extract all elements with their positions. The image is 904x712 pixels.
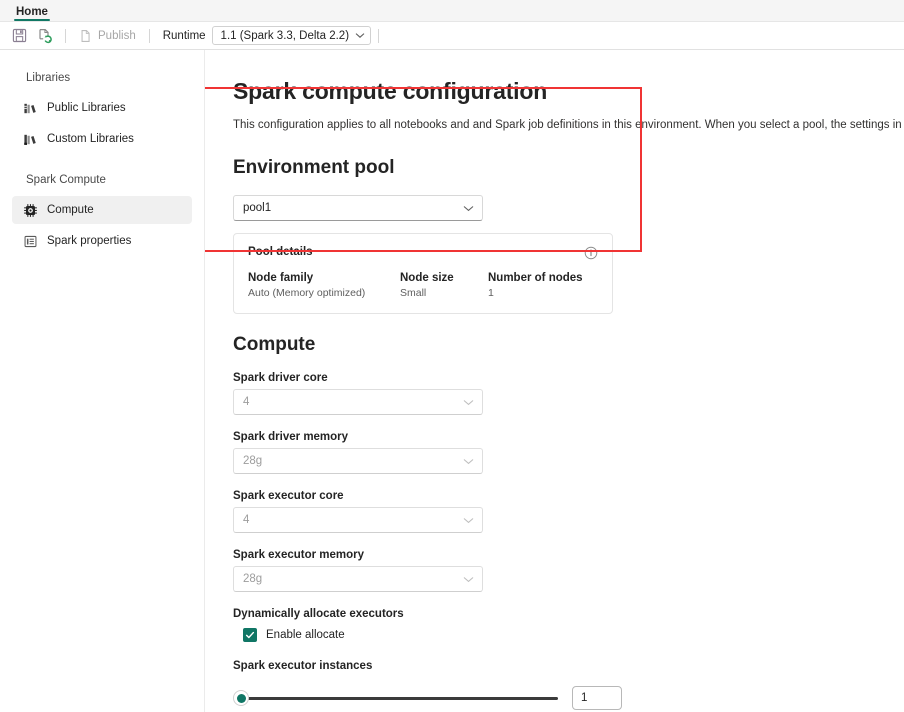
command-bar-separator-2 bbox=[149, 29, 150, 43]
main-content: Spark compute configuration This configu… bbox=[205, 50, 904, 712]
pool-detail-node-size: Node size Small bbox=[400, 272, 488, 299]
spark-executor-memory-dropdown[interactable]: 28g bbox=[233, 566, 483, 592]
command-bar-separator-3 bbox=[378, 29, 379, 43]
field-label: Spark executor memory bbox=[233, 549, 904, 561]
chevron-down-icon bbox=[463, 205, 474, 212]
executor-instances-input[interactable]: 1 bbox=[572, 686, 622, 710]
spark-driver-core-value: 4 bbox=[243, 396, 249, 408]
chevron-down-icon bbox=[463, 458, 474, 465]
pool-select-dropdown[interactable]: pool1 bbox=[233, 195, 483, 221]
field-spark-executor-core: Spark executor core 4 bbox=[233, 490, 904, 533]
app-body: Libraries Public Libraries bbox=[0, 50, 904, 712]
save-as-refresh-icon bbox=[37, 28, 53, 44]
publish-button[interactable]: Publish bbox=[73, 27, 142, 45]
environment-pool-section-title: Environment pool bbox=[233, 157, 904, 179]
enable-allocate-label: Enable allocate bbox=[266, 629, 345, 641]
field-label: Dynamically allocate executors bbox=[233, 608, 904, 620]
executor-instances-slider-row: 1 bbox=[233, 686, 904, 710]
compute-chip-icon bbox=[22, 202, 38, 218]
ribbon-tab-strip: Home bbox=[0, 0, 904, 22]
sidebar-item-label: Custom Libraries bbox=[47, 133, 134, 145]
field-label: Spark executor instances bbox=[233, 660, 904, 672]
command-bar: Publish Runtime 1.1 (Spark 3.3, Delta 2.… bbox=[0, 22, 904, 50]
field-label: Spark driver memory bbox=[233, 431, 904, 443]
command-bar-separator-1 bbox=[65, 29, 66, 43]
sidebar-item-spark-properties[interactable]: Spark properties bbox=[12, 227, 192, 255]
save-floppy-icon bbox=[12, 28, 27, 43]
pool-details-title: Pool details bbox=[248, 246, 313, 258]
info-circle-icon[interactable] bbox=[584, 246, 598, 260]
publish-page-icon bbox=[79, 29, 93, 43]
spark-driver-core-dropdown[interactable]: 4 bbox=[233, 389, 483, 415]
pool-detail-label: Node size bbox=[400, 272, 488, 284]
nav-spacer bbox=[0, 156, 204, 174]
field-spark-executor-instances: Spark executor instances 1 bbox=[233, 660, 904, 710]
compute-section-title: Compute bbox=[233, 334, 904, 356]
spark-executor-core-value: 4 bbox=[243, 514, 249, 526]
field-label: Spark executor core bbox=[233, 490, 904, 502]
field-spark-driver-core: Spark driver core 4 bbox=[233, 372, 904, 415]
pool-detail-number-of-nodes: Number of nodes 1 bbox=[488, 272, 583, 299]
spark-driver-memory-value: 28g bbox=[243, 455, 262, 467]
tab-active-underline bbox=[14, 19, 50, 21]
pool-detail-node-family: Node family Auto (Memory optimized) bbox=[248, 272, 400, 299]
spark-driver-memory-dropdown[interactable]: 28g bbox=[233, 448, 483, 474]
executor-instances-slider[interactable] bbox=[233, 689, 558, 707]
pool-select-value: pool1 bbox=[243, 202, 271, 214]
sidebar-item-label: Compute bbox=[47, 204, 94, 216]
publish-label: Publish bbox=[98, 30, 136, 42]
pool-detail-label: Node family bbox=[248, 272, 400, 284]
runtime-value: 1.1 (Spark 3.3, Delta 2.2) bbox=[221, 30, 349, 42]
spark-properties-list-icon bbox=[22, 233, 38, 249]
page-description: This configuration applies to all notebo… bbox=[233, 119, 904, 131]
chevron-down-icon bbox=[355, 32, 365, 39]
enable-allocate-checkbox-row[interactable]: Enable allocate bbox=[243, 628, 904, 642]
spark-executor-core-dropdown[interactable]: 4 bbox=[233, 507, 483, 533]
chevron-down-icon bbox=[463, 576, 474, 583]
sidebar-item-compute[interactable]: Compute bbox=[12, 196, 192, 224]
pool-detail-value: Auto (Memory optimized) bbox=[248, 287, 400, 299]
field-spark-executor-memory: Spark executor memory 28g bbox=[233, 549, 904, 592]
pool-details-card: Pool details Node family Auto (Memory op… bbox=[233, 233, 613, 314]
sidebar-item-custom-libraries[interactable]: Custom Libraries bbox=[12, 125, 192, 153]
sidebar-item-label: Public Libraries bbox=[47, 102, 126, 114]
save-button[interactable] bbox=[6, 25, 32, 47]
pool-detail-value: 1 bbox=[488, 287, 583, 299]
pool-details-columns: Node family Auto (Memory optimized) Node… bbox=[248, 272, 598, 299]
chevron-down-icon bbox=[463, 399, 474, 406]
custom-libraries-books-icon bbox=[22, 131, 38, 147]
save-as-button[interactable] bbox=[32, 25, 58, 47]
sidebar-item-label: Spark properties bbox=[47, 235, 131, 247]
slider-rail bbox=[241, 697, 558, 700]
tab-home[interactable]: Home bbox=[8, 7, 56, 22]
executor-instances-value: 1 bbox=[581, 692, 587, 704]
sidebar-item-public-libraries[interactable]: Public Libraries bbox=[12, 94, 192, 122]
field-dynamic-allocation: Dynamically allocate executors Enable al… bbox=[233, 608, 904, 642]
left-navigation-pane: Libraries Public Libraries bbox=[0, 50, 205, 712]
chevron-down-icon bbox=[463, 517, 474, 524]
slider-thumb[interactable] bbox=[233, 690, 249, 706]
nav-group-title-spark-compute: Spark Compute bbox=[0, 174, 204, 186]
enable-allocate-checkbox[interactable] bbox=[243, 628, 257, 642]
field-label: Spark driver core bbox=[233, 372, 904, 384]
public-libraries-books-icon bbox=[22, 100, 38, 116]
spark-executor-memory-value: 28g bbox=[243, 573, 262, 585]
tab-home-label: Home bbox=[16, 6, 48, 18]
pool-detail-value: Small bbox=[400, 287, 488, 299]
checkmark-icon bbox=[245, 630, 255, 640]
pool-details-header: Pool details bbox=[248, 246, 598, 260]
field-spark-driver-memory: Spark driver memory 28g bbox=[233, 431, 904, 474]
runtime-label: Runtime bbox=[157, 30, 212, 42]
page-title: Spark compute configuration bbox=[233, 78, 904, 105]
nav-group-title-libraries: Libraries bbox=[0, 72, 204, 84]
pool-detail-label: Number of nodes bbox=[488, 272, 583, 284]
runtime-dropdown[interactable]: 1.1 (Spark 3.3, Delta 2.2) bbox=[212, 26, 371, 45]
